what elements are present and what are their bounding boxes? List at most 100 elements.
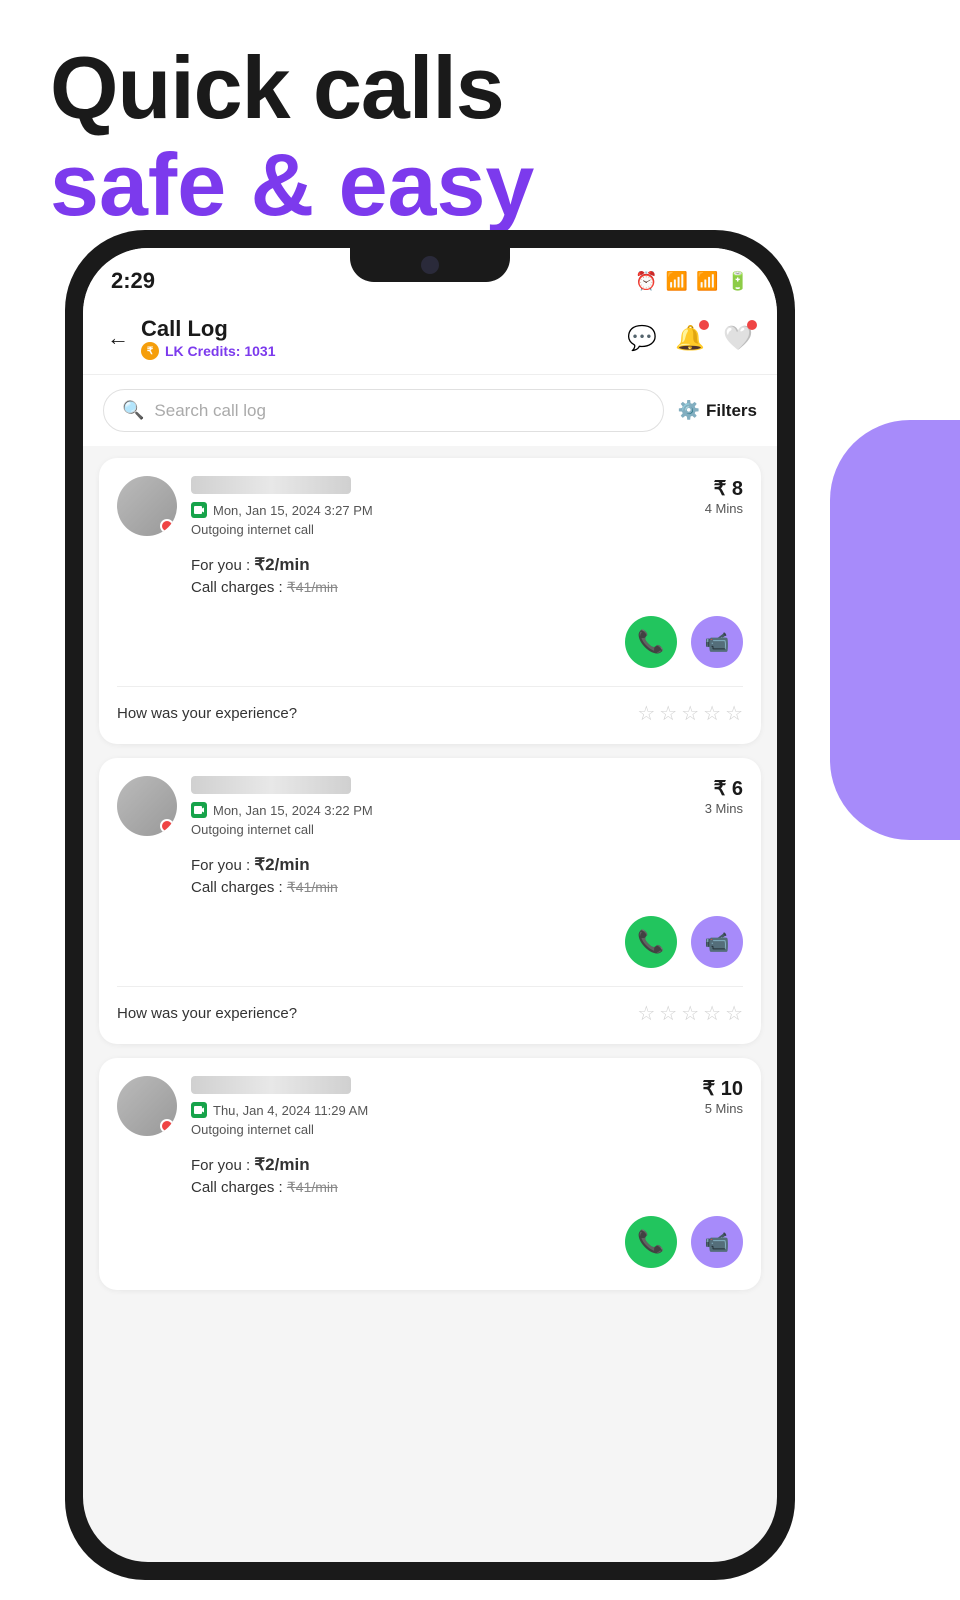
search-icon: 🔍 <box>122 400 144 421</box>
call-date-2: Mon, Jan 15, 2024 3:22 PM <box>213 803 373 818</box>
star-1-3[interactable]: ☆ <box>681 701 699 726</box>
app-header: ← Call Log ₹ LK Credits: 1031 💬 🔔 <box>83 304 777 375</box>
card-top-2: Mon, Jan 15, 2024 3:22 PM Outgoing inter… <box>117 776 743 837</box>
card-left-2: Mon, Jan 15, 2024 3:22 PM Outgoing inter… <box>117 776 373 837</box>
card-info-2: Mon, Jan 15, 2024 3:22 PM Outgoing inter… <box>191 776 373 837</box>
rating-question-2: How was your experience? <box>117 1005 297 1022</box>
call-cost-3: ₹ 10 <box>702 1076 743 1101</box>
call-cost-2: ₹ 6 <box>705 776 743 801</box>
phone-screen: 2:29 ⏰ 📶 📶 🔋 ← Call Log ₹ LK Credits: 10… <box>83 248 777 1562</box>
avatar-2 <box>117 776 177 836</box>
video-button-2[interactable]: 📹 <box>691 916 743 968</box>
card-top-3: Thu, Jan 4, 2024 11:29 AM Outgoing inter… <box>117 1076 743 1137</box>
card-pricing-1: For you : ₹2/min Call charges : ₹41/min <box>117 547 743 608</box>
favorites-badge <box>747 320 757 330</box>
video-button-3[interactable]: 📹 <box>691 1216 743 1268</box>
call-meta-3: Thu, Jan 4, 2024 11:29 AM <box>191 1102 368 1118</box>
star-1-5[interactable]: ☆ <box>725 701 743 726</box>
call-meta-1: Mon, Jan 15, 2024 3:27 PM <box>191 502 373 518</box>
credits-row: ₹ LK Credits: 1031 <box>141 342 275 360</box>
call-meta-2: Mon, Jan 15, 2024 3:22 PM <box>191 802 373 818</box>
charges-row-3: Call charges : ₹41/min <box>191 1179 743 1196</box>
for-you-row-3: For you : ₹2/min <box>191 1155 743 1175</box>
notch <box>350 248 510 282</box>
header-left: ← Call Log ₹ LK Credits: 1031 <box>107 316 275 360</box>
page-header: Quick calls safe & easy <box>50 40 534 234</box>
stars-2[interactable]: ☆ ☆ ☆ ☆ ☆ <box>637 1001 743 1026</box>
search-bar[interactable]: 🔍 Search call log <box>103 389 664 432</box>
star-2-5[interactable]: ☆ <box>725 1001 743 1026</box>
blurred-name-2 <box>191 776 351 794</box>
card-right-2: ₹ 6 3 Mins <box>705 776 743 816</box>
star-2-3[interactable]: ☆ <box>681 1001 699 1026</box>
back-button[interactable]: ← <box>107 325 129 351</box>
battery-icon: 🔋 <box>727 271 749 292</box>
call-duration-1: 4 Mins <box>705 501 743 516</box>
call-date-3: Thu, Jan 4, 2024 11:29 AM <box>213 1103 368 1118</box>
messages-icon: 💬 <box>627 325 657 352</box>
call-duration-2: 3 Mins <box>705 801 743 816</box>
messages-button[interactable]: 💬 <box>627 324 657 353</box>
clock-icon: ⏰ <box>635 271 657 292</box>
page-title-sub: safe & easy <box>50 137 534 234</box>
filters-button[interactable]: ⚙️ Filters <box>678 400 757 421</box>
rating-row-2: How was your experience? ☆ ☆ ☆ ☆ ☆ <box>117 997 743 1030</box>
camera <box>421 256 439 274</box>
phone-frame: 2:29 ⏰ 📶 📶 🔋 ← Call Log ₹ LK Credits: 10… <box>65 230 795 1580</box>
favorites-button[interactable]: 🤍 <box>723 324 753 353</box>
call-card-1: Mon, Jan 15, 2024 3:27 PM Outgoing inter… <box>99 458 761 744</box>
charges-price-3: ₹41/min <box>287 1179 338 1195</box>
star-1-4[interactable]: ☆ <box>703 701 721 726</box>
call-type-2: Outgoing internet call <box>191 822 373 837</box>
credits-coin-icon: ₹ <box>141 342 159 360</box>
star-1-2[interactable]: ☆ <box>659 701 677 726</box>
cards-container: Mon, Jan 15, 2024 3:27 PM Outgoing inter… <box>83 446 777 1560</box>
card-right-3: ₹ 10 5 Mins <box>702 1076 743 1116</box>
call-button-3[interactable]: 📞 <box>625 1216 677 1268</box>
call-button-2[interactable]: 📞 <box>625 916 677 968</box>
blurred-name-3 <box>191 1076 351 1094</box>
for-you-price-3: ₹2/min <box>254 1155 309 1174</box>
purple-decoration <box>830 420 960 840</box>
star-2-2[interactable]: ☆ <box>659 1001 677 1026</box>
avatar-3 <box>117 1076 177 1136</box>
star-2-1[interactable]: ☆ <box>637 1001 655 1026</box>
card-left-1: Mon, Jan 15, 2024 3:27 PM Outgoing inter… <box>117 476 373 537</box>
rating-question-1: How was your experience? <box>117 705 297 722</box>
charges-price-2: ₹41/min <box>287 879 338 895</box>
card-info-3: Thu, Jan 4, 2024 11:29 AM Outgoing inter… <box>191 1076 368 1137</box>
video-cam-icon-1 <box>191 502 207 518</box>
video-button-1[interactable]: 📹 <box>691 616 743 668</box>
charges-row-2: Call charges : ₹41/min <box>191 879 743 896</box>
for-you-price-1: ₹2/min <box>254 555 309 574</box>
avatar-dot-3 <box>160 1119 174 1133</box>
signal-icon: 📶 <box>696 271 718 292</box>
card-actions-3: 📞 📹 <box>117 1208 743 1276</box>
wifi-icon: 📶 <box>666 271 688 292</box>
card-info-1: Mon, Jan 15, 2024 3:27 PM Outgoing inter… <box>191 476 373 537</box>
filters-label: Filters <box>706 401 757 421</box>
header-title: Call Log <box>141 316 275 342</box>
blurred-name-1 <box>191 476 351 494</box>
card-actions-1: 📞 📹 <box>117 608 743 676</box>
status-icons: ⏰ 📶 📶 🔋 <box>635 271 749 292</box>
star-1-1[interactable]: ☆ <box>637 701 655 726</box>
star-2-4[interactable]: ☆ <box>703 1001 721 1026</box>
search-section: 🔍 Search call log ⚙️ Filters <box>83 375 777 446</box>
call-button-1[interactable]: 📞 <box>625 616 677 668</box>
stars-1[interactable]: ☆ ☆ ☆ ☆ ☆ <box>637 701 743 726</box>
call-duration-3: 5 Mins <box>702 1101 743 1116</box>
call-type-1: Outgoing internet call <box>191 522 373 537</box>
charges-price-1: ₹41/min <box>287 579 338 595</box>
card-left-3: Thu, Jan 4, 2024 11:29 AM Outgoing inter… <box>117 1076 368 1137</box>
search-input[interactable]: Search call log <box>154 401 266 421</box>
notifications-button[interactable]: 🔔 <box>675 324 705 353</box>
page-title-main: Quick calls <box>50 40 534 137</box>
card-pricing-2: For you : ₹2/min Call charges : ₹41/min <box>117 847 743 908</box>
status-time: 2:29 <box>111 268 155 294</box>
call-date-1: Mon, Jan 15, 2024 3:27 PM <box>213 503 373 518</box>
card-top-1: Mon, Jan 15, 2024 3:27 PM Outgoing inter… <box>117 476 743 537</box>
notification-badge <box>699 320 709 330</box>
rating-row-1: How was your experience? ☆ ☆ ☆ ☆ ☆ <box>117 697 743 730</box>
for-you-row-1: For you : ₹2/min <box>191 555 743 575</box>
